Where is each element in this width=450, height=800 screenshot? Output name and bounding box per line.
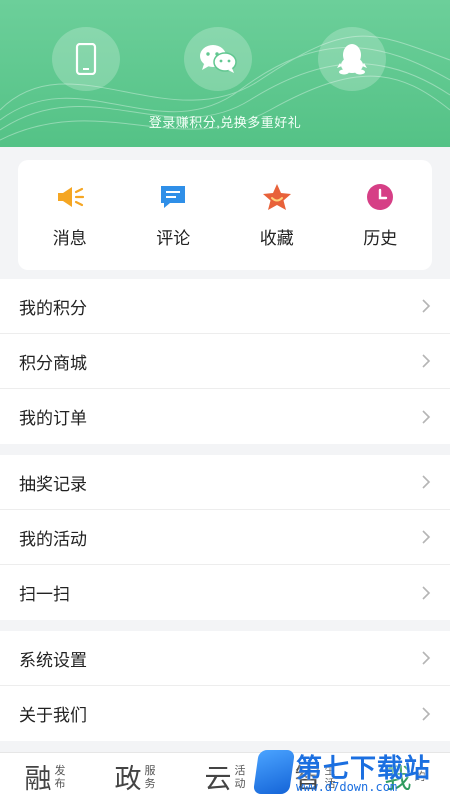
tab-mine[interactable]: 我 的 <box>360 753 450 800</box>
shortcut-card: 消息 评论 收藏 历史 <box>18 160 432 270</box>
shortcut-label: 收藏 <box>259 229 294 249</box>
wechat-login-button[interactable] <box>184 27 252 91</box>
tab-big-char: 融 <box>24 764 52 795</box>
shortcut-label: 历史 <box>363 229 398 249</box>
menu-item-label: 积分商城 <box>19 353 87 374</box>
qq-icon <box>337 44 367 75</box>
comment-icon <box>158 182 188 212</box>
shortcut-comments[interactable]: 评论 <box>122 160 226 270</box>
chevron-right-icon <box>422 299 431 313</box>
menu-item-label: 我的订单 <box>19 409 87 429</box>
menu-item-about-us[interactable]: 关于我们 <box>0 686 450 741</box>
chevron-right-icon <box>422 651 431 665</box>
menu-item-my-points[interactable]: 我的积分 <box>0 279 450 334</box>
shortcut-favorites[interactable]: 收藏 <box>225 160 329 270</box>
star-icon <box>262 182 292 212</box>
tab-government-services[interactable]: 政 服 务 <box>90 753 180 800</box>
tab-cloud-activities[interactable]: 云 活 动 <box>180 753 270 800</box>
menu-group-points: 我的积分 积分商城 我的订单 <box>0 279 450 444</box>
menu-item-label: 系统设置 <box>19 650 87 671</box>
tab-small-char: 生 <box>324 763 336 777</box>
menu-item-my-activities[interactable]: 我的活动 <box>0 510 450 565</box>
megaphone-icon <box>55 182 85 212</box>
tab-small-char: 的 <box>414 770 426 783</box>
menu-item-my-orders[interactable]: 我的订单 <box>0 389 450 444</box>
shortcut-label: 评论 <box>156 229 191 249</box>
menu-item-label: 我的积分 <box>19 298 87 319</box>
menu-item-points-mall[interactable]: 积分商城 <box>0 334 450 389</box>
menu-item-lottery-records[interactable]: 抽奖记录 <box>0 455 450 510</box>
tab-small-char: 发 <box>54 763 66 777</box>
tab-small-char: 活 <box>324 776 336 790</box>
tab-small-label: 活 动 <box>235 764 246 790</box>
wechat-icon <box>200 45 237 73</box>
menu-item-label: 抽奖记录 <box>19 474 87 495</box>
tab-big-char: 智 <box>294 764 322 795</box>
menu-item-scan[interactable]: 扫一扫 <box>0 565 450 620</box>
shortcut-history[interactable]: 历史 <box>329 160 433 270</box>
qq-login-button[interactable] <box>318 27 386 91</box>
chevron-right-icon <box>422 475 431 489</box>
menu-group-settings: 系统设置 关于我们 <box>0 631 450 741</box>
phone-login-button[interactable] <box>52 27 120 91</box>
chevron-right-icon <box>422 585 431 600</box>
login-header: 登录赚积分,兑换多重好礼 <box>0 0 450 147</box>
tab-publish[interactable]: 融 发 布 <box>0 753 90 800</box>
chevron-right-icon <box>422 706 431 721</box>
tab-small-label: 发 布 <box>55 764 66 790</box>
menu-item-label: 扫一扫 <box>19 585 70 605</box>
menu-group-activities: 抽奖记录 我的活动 扫一扫 <box>0 455 450 620</box>
menu-item-system-settings[interactable]: 系统设置 <box>0 631 450 686</box>
menu-item-label: 我的活动 <box>19 529 87 550</box>
phone-icon <box>75 43 97 75</box>
tab-small-char: 务 <box>144 776 156 790</box>
login-promo-text: 登录赚积分,兑换多重好礼 <box>148 115 302 130</box>
tab-big-char: 政 <box>114 764 142 795</box>
tab-big-char: 我 <box>384 764 412 795</box>
tab-small-char: 动 <box>234 776 246 790</box>
tab-smart-life[interactable]: 智 生 活 <box>270 753 360 800</box>
chevron-right-icon <box>422 354 431 368</box>
tab-small-label: 服 务 <box>145 764 156 790</box>
shortcut-messages[interactable]: 消息 <box>18 160 122 270</box>
tab-small-char: 活 <box>234 763 246 777</box>
tab-small-label: 的 <box>415 770 426 783</box>
chevron-right-icon <box>422 530 431 544</box>
clock-icon <box>365 182 395 212</box>
chevron-right-icon <box>422 409 431 424</box>
tab-small-char: 服 <box>144 763 156 777</box>
menu-item-label: 关于我们 <box>19 706 87 726</box>
tab-big-char: 云 <box>204 764 232 795</box>
bottom-tab-bar: 融 发 布 政 服 务 云 活 动 智 生 活 我 的 <box>0 752 450 800</box>
shortcut-label: 消息 <box>52 229 87 249</box>
tab-small-label: 生 活 <box>325 764 336 790</box>
tab-small-char: 布 <box>54 776 66 790</box>
